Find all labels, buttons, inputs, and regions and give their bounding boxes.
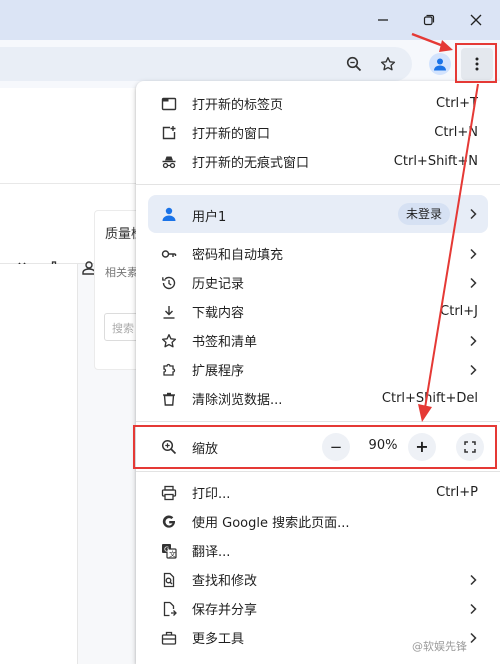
menu-item-label: 书签和清单 [192,335,258,350]
menu-item-find[interactable]: 查找和修改 [136,565,500,594]
menu-item-shortcut: Ctrl+Shift+Del [381,391,478,406]
menu-item-label: 翻译... [192,545,231,560]
zoom-icon [346,56,362,72]
profile-avatar-icon [160,205,178,223]
highlight-box-menu-button [455,43,497,83]
menu-item-incognito[interactable]: 打开新的无痕式窗口 Ctrl+Shift+N [136,147,500,176]
profile-button[interactable] [424,48,456,80]
bookmark-button[interactable] [372,48,404,80]
new-tab-icon [160,95,178,113]
browser-main-menu: 打开新的标签页 Ctrl+T 打开新的窗口 Ctrl+N 打开新的无痕式窗口 C… [136,81,500,664]
minimize-button[interactable] [363,6,403,34]
save-share-icon [160,600,178,618]
menu-item-clear-data[interactable]: 清除浏览数据... Ctrl+Shift+Del [136,384,500,413]
chevron-right-icon [468,247,478,261]
profile-icon [434,58,446,71]
chevron-right-icon [468,602,478,616]
menu-item-label: 扩展程序 [192,364,245,379]
toolbox-icon [160,629,178,647]
menu-item-shortcut: Ctrl+T [436,96,478,111]
sign-in-status-badge: 未登录 [398,203,451,225]
menu-divider [136,471,500,472]
menu-item-new-tab[interactable]: 打开新的标签页 Ctrl+T [136,89,500,118]
menu-divider [136,184,500,185]
key-icon [160,245,178,263]
zoom-button[interactable] [338,48,370,80]
menu-item-label: 打开新的窗口 [192,127,271,142]
menu-item-label: 使用 Google 搜索此页面... [192,516,350,531]
star-icon [160,332,178,350]
restore-button[interactable] [409,6,449,34]
incognito-icon [160,153,178,171]
menu-item-label: 保存并分享 [192,603,258,618]
menu-item-label: 密码和自动填充 [192,248,284,263]
trash-icon [160,390,178,408]
menu-item-label: 下载内容 [192,306,245,321]
menu-item-print[interactable]: 打印... Ctrl+P [136,478,500,507]
menu-item-translate[interactable]: G文 翻译... [136,536,500,565]
menu-item-downloads[interactable]: 下载内容 Ctrl+J [136,297,500,326]
menu-item-shortcut: Ctrl+P [436,485,478,500]
find-icon [160,571,178,589]
new-window-icon [160,124,178,142]
profile-name: 用户1 [192,210,227,225]
history-icon [160,274,178,292]
chevron-right-icon [468,276,478,290]
card-subtitle: 相关素 [105,266,138,279]
svg-text:文: 文 [169,549,176,558]
chevron-right-icon [468,631,478,645]
restore-icon [423,14,435,26]
menu-item-shortcut: Ctrl+N [434,125,478,140]
print-icon [160,484,178,502]
google-icon [160,513,178,531]
chevron-right-icon [468,573,478,587]
close-icon [470,14,482,26]
menu-profile-row[interactable]: 用户1 未登录 [148,195,488,233]
left-panel [0,264,78,664]
menu-item-label: 历史记录 [192,277,245,292]
menu-item-label: 更多工具 [192,632,245,647]
menu-item-bookmarks[interactable]: 书签和清单 [136,326,500,355]
menu-item-label: 打开新的无痕式窗口 [192,156,310,171]
chevron-right-icon [468,363,478,377]
chevron-right-icon [468,334,478,348]
menu-item-google-search[interactable]: 使用 Google 搜索此页面... [136,507,500,536]
extension-icon [160,361,178,379]
menu-item-label: 清除浏览数据... [192,393,283,408]
chevron-right-icon [468,207,478,221]
menu-item-save-share[interactable]: 保存并分享 [136,594,500,623]
minimize-icon [378,19,388,21]
menu-item-label: 打开新的标签页 [192,98,284,113]
menu-item-new-window[interactable]: 打开新的窗口 Ctrl+N [136,118,500,147]
menu-item-shortcut: Ctrl+J [440,304,478,319]
watermark: @软娱先锋 [412,640,467,653]
menu-item-label: 查找和修改 [192,574,258,589]
title-bar [0,0,500,40]
menu-item-shortcut: Ctrl+Shift+N [393,154,478,169]
menu-item-passwords[interactable]: 密码和自动填充 [136,239,500,268]
menu-item-label: 打印... [192,487,231,502]
bookmark-star-icon [380,57,396,71]
download-icon [160,303,178,321]
menu-item-extensions[interactable]: 扩展程序 [136,355,500,384]
translate-icon: G文 [160,542,178,560]
highlight-box-zoom-row [133,425,497,469]
address-bar[interactable] [0,47,412,81]
menu-divider [136,421,500,422]
close-button[interactable] [456,6,496,34]
menu-item-history[interactable]: 历史记录 [136,268,500,297]
